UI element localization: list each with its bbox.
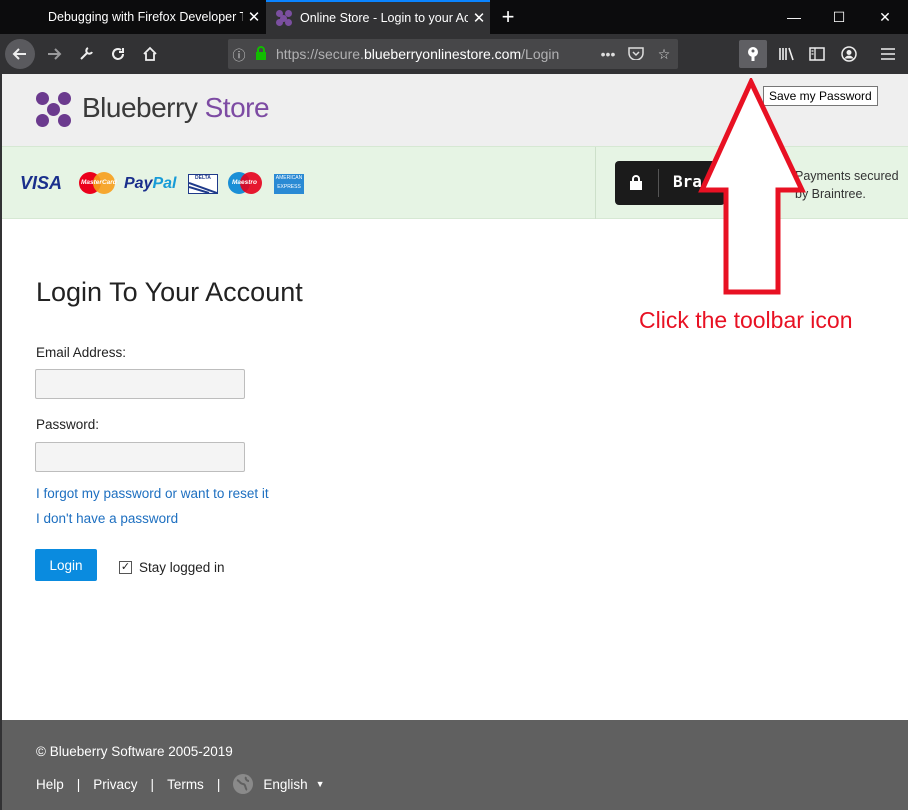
- footer-link-terms[interactable]: Terms: [167, 777, 204, 792]
- new-tab-button[interactable]: +: [496, 4, 520, 30]
- password-label: Password:: [36, 417, 100, 432]
- stay-logged-in-label[interactable]: Stay logged in: [139, 560, 225, 575]
- hamburger-menu-icon[interactable]: [872, 38, 904, 70]
- payments-secured-text: Payments secured by Braintree.: [795, 169, 899, 201]
- annotation-arrow-icon: [698, 78, 806, 295]
- visa-logo: VISA: [20, 173, 63, 193]
- address-bar[interactable]: ⓘ https://secure.blueberryonlinestore.co…: [228, 39, 678, 69]
- back-arrow-icon[interactable]: [5, 39, 35, 69]
- delta-logo-icon: DELTA: [188, 174, 218, 194]
- no-password-link[interactable]: I don't have a password: [36, 511, 178, 526]
- forgot-password-link[interactable]: I forgot my password or want to reset it: [36, 486, 269, 501]
- minimize-button[interactable]: —: [771, 0, 817, 34]
- copyright-text: © Blueberry Software 2005-2019: [36, 744, 233, 759]
- footer-link-help[interactable]: Help: [36, 777, 64, 792]
- footer-link-privacy[interactable]: Privacy: [93, 777, 137, 792]
- footer-links: Help | Privacy | Terms | English ▼: [36, 774, 325, 794]
- account-icon[interactable]: [833, 38, 865, 70]
- browser-tab-strip: Debugging with Firefox Developer T ✕ Onl…: [0, 0, 908, 34]
- home-icon[interactable]: [134, 38, 166, 70]
- tab-title: Debugging with Firefox Developer T: [48, 10, 243, 24]
- footer-separator: |: [150, 776, 155, 792]
- password-manager-icon[interactable]: [739, 40, 767, 68]
- tab-online-store[interactable]: Online Store - Login to your Ac ✕: [266, 0, 490, 34]
- globe-icon[interactable]: [233, 774, 254, 794]
- library-icon[interactable]: [771, 38, 803, 70]
- maestro-logo-icon: Maestro: [228, 172, 264, 194]
- blueberry-favicon-icon: [276, 10, 292, 26]
- password-field[interactable]: [35, 442, 245, 472]
- close-window-button[interactable]: ✕: [862, 0, 908, 34]
- reload-icon[interactable]: [102, 38, 134, 70]
- close-tab-icon[interactable]: ✕: [468, 9, 490, 27]
- url-text[interactable]: https://secure.blueberryonlinestore.com/…: [276, 46, 594, 62]
- paypal-logo: PayPal: [124, 175, 177, 192]
- login-button[interactable]: Login: [35, 549, 97, 581]
- footer-separator: |: [76, 776, 81, 792]
- annotation-text: Click the toolbar icon: [639, 307, 853, 333]
- page-title: Login To Your Account: [36, 277, 303, 307]
- close-tab-icon[interactable]: ✕: [243, 8, 265, 26]
- sidebar-icon[interactable]: [801, 38, 833, 70]
- language-selector[interactable]: English: [263, 777, 307, 792]
- info-icon[interactable]: ⓘ: [228, 45, 250, 64]
- payment-divider: [595, 147, 596, 219]
- amex-logo-icon: AMERICAN EXPRESS: [274, 174, 304, 194]
- email-label: Email Address:: [36, 345, 127, 360]
- pocket-icon[interactable]: [622, 46, 650, 63]
- star-icon[interactable]: ☆: [650, 46, 678, 63]
- more-actions-icon[interactable]: •••: [594, 46, 622, 62]
- footer-separator: |: [216, 776, 221, 792]
- maximize-button[interactable]: ☐: [816, 0, 862, 34]
- tab-debugging[interactable]: Debugging with Firefox Developer T ✕: [38, 0, 265, 34]
- lock-icon: [630, 175, 642, 190]
- forward-arrow-icon[interactable]: [38, 38, 70, 70]
- lock-icon[interactable]: [250, 45, 272, 63]
- email-field[interactable]: [35, 369, 245, 399]
- blueberry-logo-icon[interactable]: [36, 92, 72, 128]
- site-footer: © Blueberry Software 2005-2019 Help | Pr…: [2, 720, 908, 810]
- wrench-icon[interactable]: [70, 38, 102, 70]
- mastercard-logo-icon: MasterCard: [79, 172, 117, 194]
- stay-logged-in-checkbox[interactable]: ✓: [119, 561, 132, 574]
- chevron-down-icon[interactable]: ▼: [316, 779, 325, 789]
- brand-name[interactable]: Blueberry Store: [82, 92, 270, 124]
- tab-title: Online Store - Login to your Ac: [300, 11, 468, 25]
- navigation-toolbar: ⓘ https://secure.blueberryonlinestore.co…: [0, 34, 908, 74]
